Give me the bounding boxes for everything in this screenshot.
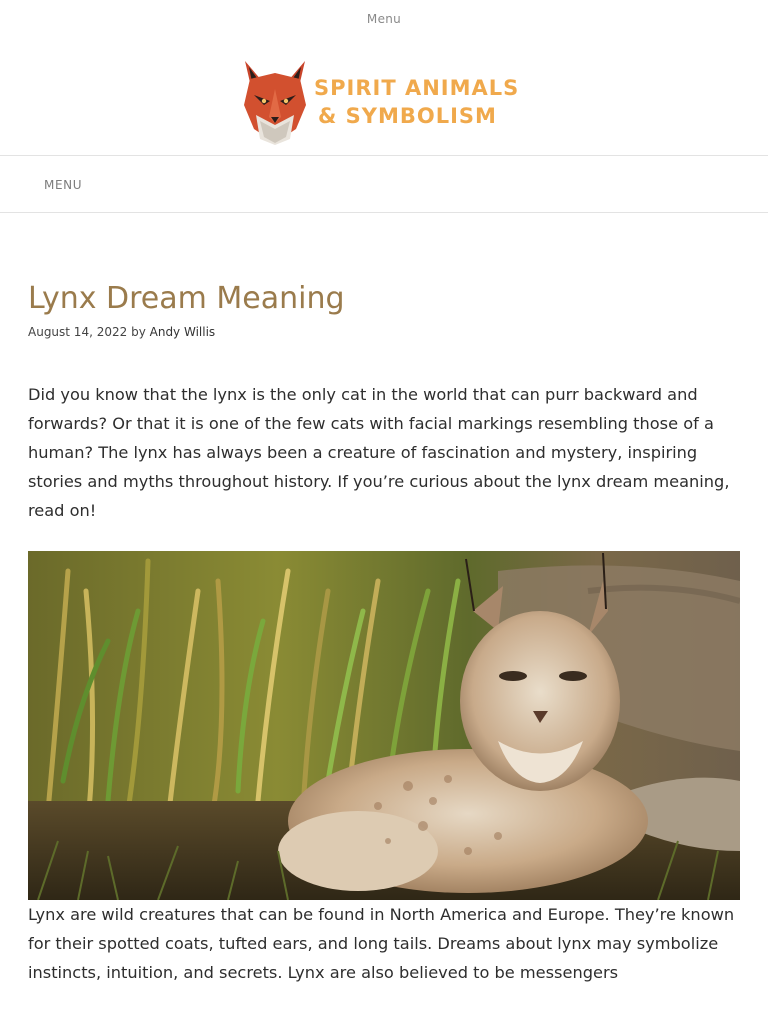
nav-menu-button[interactable]: MENU: [44, 156, 82, 214]
top-menu-label[interactable]: Menu: [367, 12, 401, 26]
top-menu-toggle[interactable]: Menu: [0, 0, 768, 38]
author-link[interactable]: Andy Willis: [150, 325, 216, 339]
lynx-photo: [28, 551, 740, 900]
primary-navigation: MENU: [0, 155, 768, 213]
post-meta: August 14, 2022 by Andy Willis: [28, 325, 215, 339]
logo-wordmark: SPIRIT ANIMALS & SYMBOLISM: [314, 74, 519, 130]
logo-line-1: SPIRIT ANIMALS: [314, 76, 520, 100]
nav-menu-label[interactable]: MENU: [44, 178, 82, 192]
post-date: August 14, 2022: [28, 325, 128, 339]
site-logo[interactable]: SPIRIT ANIMALS & SYMBOLISM: [240, 58, 530, 146]
body-paragraph: Lynx are wild creatures that can be foun…: [28, 905, 735, 982]
fox-head-icon: [240, 59, 310, 145]
post-title: Lynx Dream Meaning: [28, 281, 345, 316]
logo-line-2: & SYMBOLISM: [318, 104, 497, 128]
intro-paragraph: Did you know that the lynx is the only c…: [28, 385, 730, 520]
post-by: by: [131, 325, 146, 339]
